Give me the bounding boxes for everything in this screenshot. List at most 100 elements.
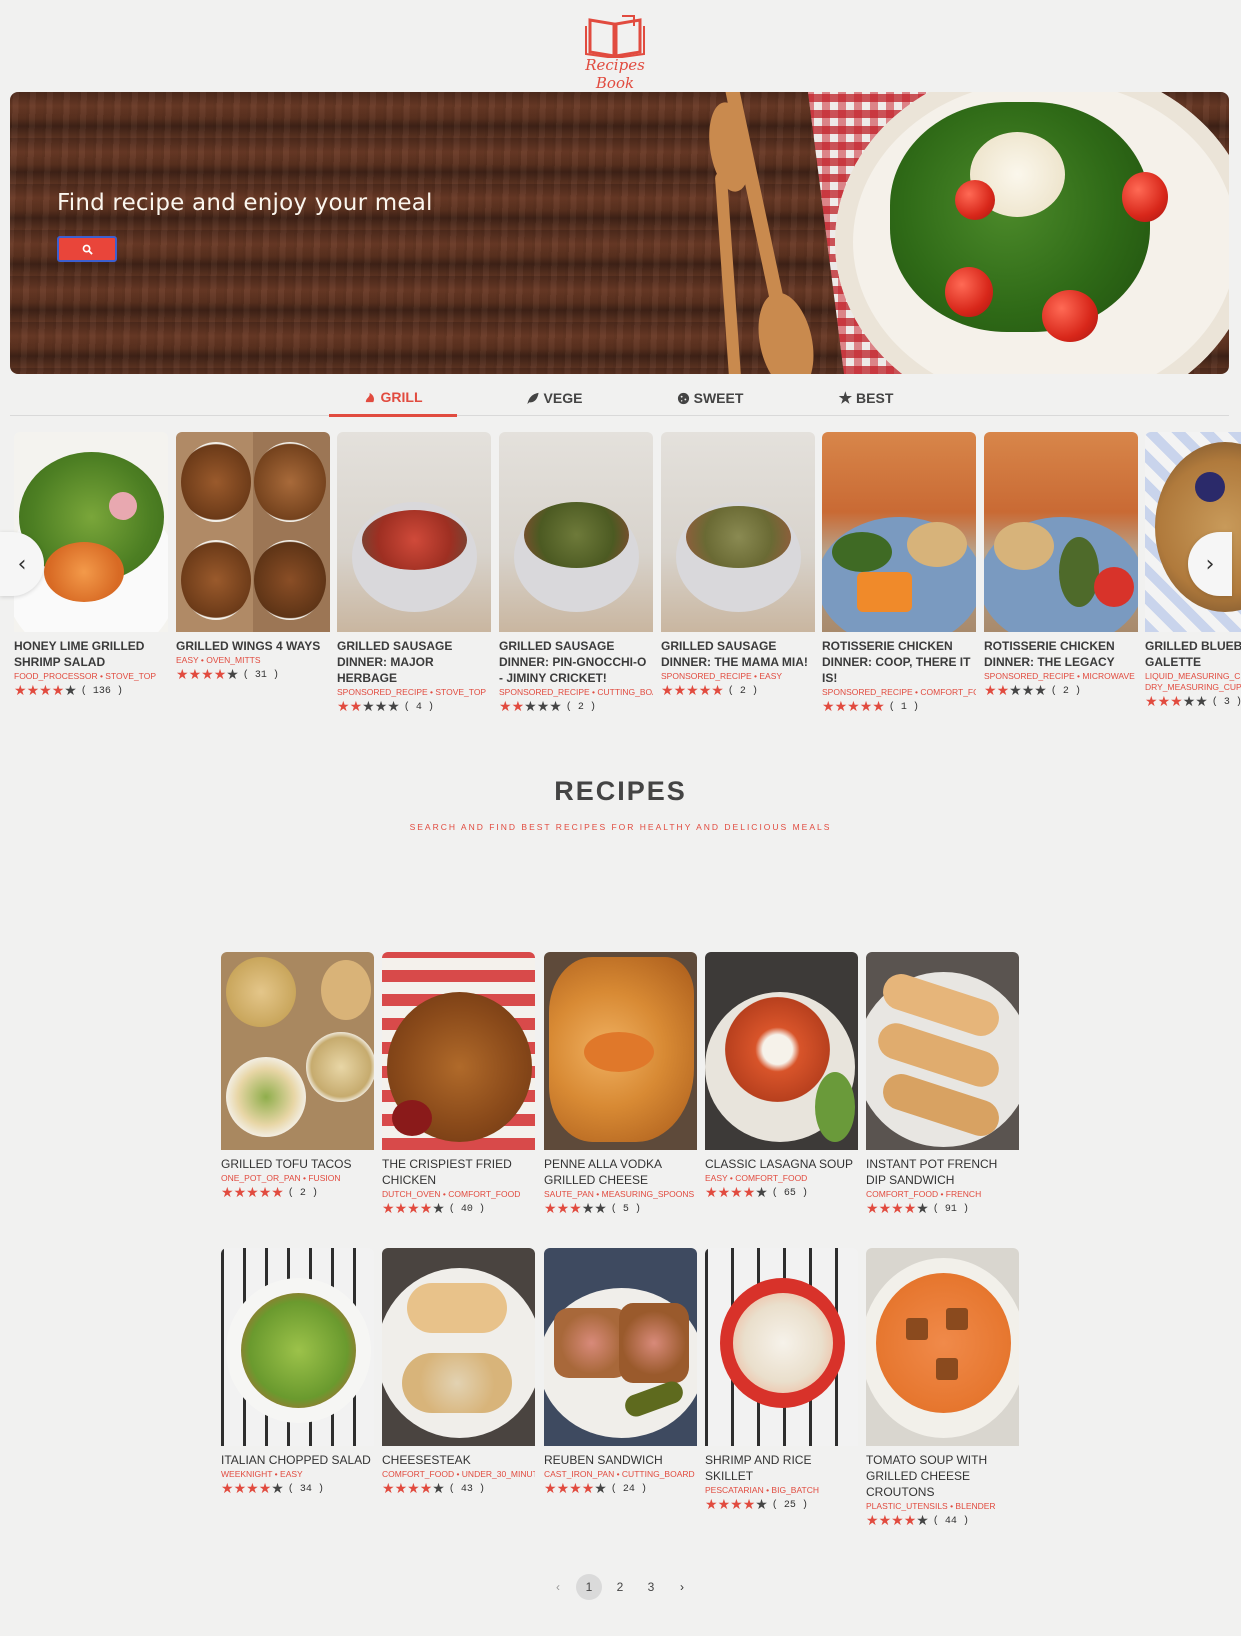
rating: ★ ★ ★ ★ ★ ( 34 ) bbox=[221, 1482, 374, 1496]
rating-count: ( 65 ) bbox=[771, 1187, 808, 1199]
recipe-tags: FOOD_PROCESSOR • STOVE_TOP bbox=[14, 671, 157, 681]
recipe-card[interactable]: CLASSIC LASAGNA SOUP EASY • COMFORT_FOOD… bbox=[705, 952, 858, 1200]
rating: ★ ★ ★ ★ ★ ( 3 ) bbox=[1145, 695, 1241, 709]
recipe-card[interactable]: PENNE ALLA VODKA GRILLED CHEESE SAUTE_PA… bbox=[544, 952, 697, 1216]
star-icon: ★ bbox=[258, 1185, 272, 1201]
star-icon: ★ bbox=[26, 683, 40, 699]
star-icon: ★ bbox=[916, 1201, 929, 1217]
recipe-title: CHEESESTEAK bbox=[382, 1453, 471, 1467]
recipe-image bbox=[661, 432, 815, 632]
recipe-title: GRILLED SAUSAGE DINNER: THE MAMA MIA! bbox=[661, 639, 808, 669]
tab-best[interactable]: ★ BEST bbox=[802, 380, 930, 416]
star-icon: ★ bbox=[594, 1201, 607, 1217]
star-icon: ★ bbox=[51, 683, 65, 699]
recipe-tags: SPONSORED_RECIPE • EASY bbox=[661, 671, 783, 681]
star-icon: ★ bbox=[1145, 694, 1158, 710]
recipe-card[interactable]: THE CRISPIEST FRIED CHICKEN DUTCH_OVEN •… bbox=[382, 952, 535, 1216]
star-icon: ★ bbox=[661, 683, 674, 699]
rating: ★ ★ ★ ★ ★ ( 2 ) bbox=[499, 700, 653, 712]
star-icon: ★ bbox=[673, 683, 687, 699]
recipe-title: GRILLED TOFU TACOS bbox=[221, 1157, 352, 1171]
recipe-title: TOMATO SOUP WITH GRILLED CHEESE CROUTONS bbox=[866, 1453, 988, 1499]
rating-count: ( 1 ) bbox=[888, 701, 919, 713]
star-icon: ★ bbox=[524, 699, 537, 712]
star-icon: ★ bbox=[382, 1481, 395, 1497]
star-icon: ★ bbox=[246, 1481, 259, 1497]
section-title: RECIPES bbox=[554, 776, 687, 806]
rating-count: ( 40 ) bbox=[448, 1203, 485, 1215]
rating: ★ ★ ★ ★ ★ ( 65 ) bbox=[705, 1186, 858, 1200]
recipe-image bbox=[705, 1248, 858, 1446]
star-icon: ★ bbox=[984, 683, 997, 699]
rating-count: ( 31 ) bbox=[242, 669, 279, 681]
carousel-card[interactable]: GRILLED SAUSAGE DINNER: PIN-GNOCCHI-O - … bbox=[499, 432, 653, 712]
rating: ★ ★ ★ ★ ★ ( 43 ) bbox=[382, 1482, 535, 1496]
star-icon: ★ bbox=[872, 699, 885, 712]
recipe-card[interactable]: INSTANT POT FRENCH DIP SANDWICH COMFORT_… bbox=[866, 952, 1019, 1216]
carousel-card[interactable]: GRILLED SAUSAGE DINNER: THE MAMA MIA! SP… bbox=[661, 432, 815, 698]
star-icon: ★ bbox=[1170, 694, 1183, 710]
carousel-card[interactable]: GRILLED WINGS 4 WAYS EASY • OVEN_MITTS ★… bbox=[176, 432, 330, 682]
star-icon: ★ bbox=[258, 1481, 272, 1497]
carousel-card[interactable]: ROTISSERIE CHICKEN DINNER: THE LEGACY SP… bbox=[984, 432, 1138, 698]
page-1-button[interactable]: 1 bbox=[576, 1574, 602, 1600]
recipe-card[interactable]: CHEESESTEAK COMFORT_FOOD • UNDER_30_MINU… bbox=[382, 1248, 535, 1496]
star-icon: ★ bbox=[213, 667, 227, 683]
page-2-button[interactable]: 2 bbox=[607, 1574, 633, 1600]
star-icon: ★ bbox=[432, 1201, 445, 1217]
rating: ★ ★ ★ ★ ★ ( 136 ) bbox=[14, 684, 168, 698]
recipe-card[interactable]: SHRIMP AND RICE SKILLET PESCATARIAN • BI… bbox=[705, 1248, 858, 1512]
tab-label: BEST bbox=[856, 390, 894, 406]
star-icon: ★ bbox=[188, 667, 202, 683]
star-icon: ★ bbox=[581, 1481, 595, 1497]
star-icon: ★ bbox=[903, 1513, 917, 1529]
page-3-button[interactable]: 3 bbox=[638, 1574, 664, 1600]
recipe-card[interactable]: REUBEN SANDWICH CAST_IRON_PAN • CUTTING_… bbox=[544, 1248, 697, 1496]
star-icon: ★ bbox=[705, 1497, 718, 1513]
carousel-card[interactable]: GRILLED SAUSAGE DINNER: MAJOR HERBAGE SP… bbox=[337, 432, 491, 712]
star-icon: ★ bbox=[866, 1513, 879, 1529]
tab-vege[interactable]: VEGE bbox=[490, 380, 618, 416]
recipe-image bbox=[544, 1248, 697, 1446]
pagination-prev[interactable]: ‹ bbox=[545, 1574, 571, 1600]
recipe-image bbox=[337, 432, 491, 632]
recipe-card[interactable]: GRILLED TOFU TACOS ONE_POT_OR_PAN • FUSI… bbox=[221, 952, 374, 1200]
star-icon: ★ bbox=[394, 1481, 408, 1497]
star-icon: ★ bbox=[730, 1497, 743, 1513]
star-icon: ★ bbox=[742, 1185, 756, 1201]
star-icon: ★ bbox=[1021, 683, 1035, 699]
rating-count: ( 44 ) bbox=[932, 1515, 969, 1527]
star-icon: ★ bbox=[499, 699, 512, 712]
star-icon: ★ bbox=[711, 683, 724, 699]
hero-banner: Find recipe and enjoy your meal bbox=[10, 92, 1229, 374]
tab-sweet[interactable]: SWEET bbox=[646, 380, 774, 416]
search-button[interactable] bbox=[57, 236, 117, 262]
recipe-tags: DUTCH_OVEN • COMFORT_FOOD bbox=[382, 1189, 521, 1199]
recipe-card[interactable]: ITALIAN CHOPPED SALAD WEEKNIGHT • EASY ★… bbox=[221, 1248, 374, 1496]
tab-label: VEGE bbox=[543, 390, 583, 406]
star-icon: ★ bbox=[1182, 694, 1196, 710]
recipe-tags: ONE_POT_OR_PAN • FUSION bbox=[221, 1173, 341, 1183]
star-icon: ★ bbox=[581, 1201, 595, 1217]
recipe-title: GRILLED BLUEBERRY GALETTE bbox=[1145, 639, 1241, 669]
pagination-next[interactable]: › bbox=[669, 1574, 695, 1600]
logo-text: Recipes Book bbox=[585, 56, 645, 92]
recipe-tags: WEEKNIGHT • EASY bbox=[221, 1469, 303, 1479]
recipe-tags: EASY • COMFORT_FOOD bbox=[705, 1173, 808, 1183]
recipe-card[interactable]: TOMATO SOUP WITH GRILLED CHEESE CROUTONS… bbox=[866, 1248, 1019, 1528]
star-icon: ★ bbox=[891, 1201, 904, 1217]
recipe-image bbox=[499, 432, 653, 632]
star-icon: ★ bbox=[755, 1185, 768, 1201]
rating: ★ ★ ★ ★ ★ ( 24 ) bbox=[544, 1482, 697, 1496]
logo[interactable]: Recipes Book bbox=[570, 14, 660, 92]
rating: ★ ★ ★ ★ ★ ( 2 ) bbox=[221, 1186, 374, 1200]
chevron-left-icon: ‹ bbox=[17, 551, 27, 577]
section-subtitle: SEARCH AND FIND BEST RECIPES FOR HEALTHY… bbox=[409, 822, 832, 832]
rating-count: ( 5 ) bbox=[610, 1203, 641, 1215]
star-icon: ★ bbox=[221, 1185, 234, 1201]
tab-grill[interactable]: GRILL bbox=[329, 380, 457, 417]
carousel-card[interactable]: ROTISSERIE CHICKEN DINNER: COOP, THERE I… bbox=[822, 432, 976, 712]
star-icon: ★ bbox=[742, 1497, 756, 1513]
recipe-tags: SAUTE_PAN • MEASURING_SPOONS bbox=[544, 1189, 695, 1199]
star-icon: ★ bbox=[996, 683, 1010, 699]
